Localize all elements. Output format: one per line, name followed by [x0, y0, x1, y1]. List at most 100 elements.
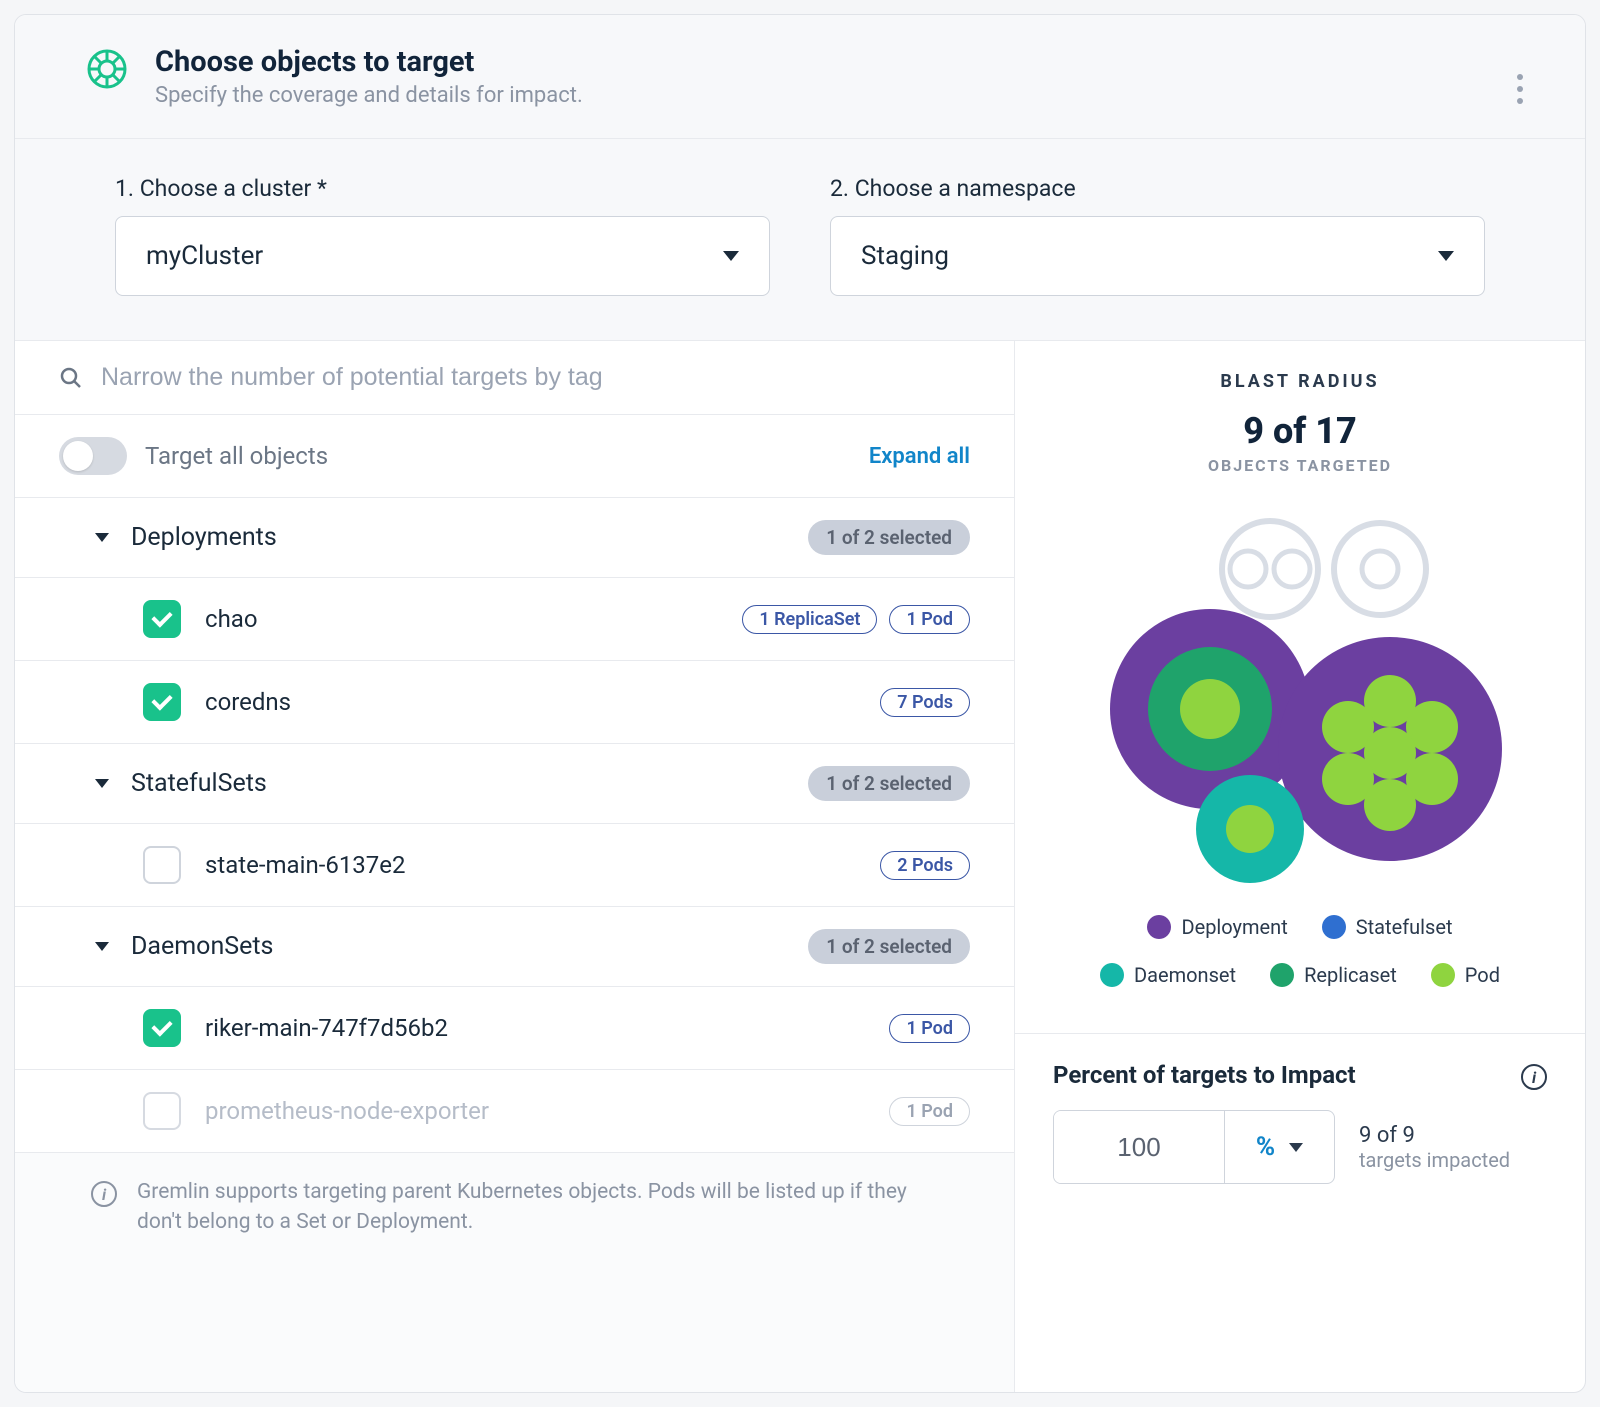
blast-title: BLAST RADIUS [1053, 371, 1547, 392]
legend-dot [1270, 963, 1294, 987]
impact-unit-label: % [1256, 1132, 1275, 1162]
list-item: prometheus-node-exporter 1 Pod [15, 1070, 1014, 1153]
group-header-deployments[interactable]: Deployments 1 of 2 selected [15, 498, 1014, 578]
item-pills: 1 Pod [889, 1014, 970, 1043]
info-icon[interactable]: i [1521, 1064, 1547, 1090]
search-row [15, 341, 1014, 415]
namespace-value: Staging [861, 241, 949, 271]
namespace-select[interactable]: Staging [830, 216, 1485, 296]
selected-count-pill: 1 of 2 selected [808, 929, 970, 964]
group-header-statefulsets[interactable]: StatefulSets 1 of 2 selected [15, 744, 1014, 824]
legend-dot [1147, 915, 1171, 939]
footer-note-row: i Gremlin supports targeting parent Kube… [15, 1153, 1014, 1392]
item-pills: 2 Pods [880, 851, 970, 880]
item-label: chao [205, 605, 258, 633]
legend-label: Statefulset [1356, 915, 1453, 939]
expand-all-link[interactable]: Expand all [869, 444, 970, 469]
item-pills: 1 Pod [889, 1097, 970, 1126]
chevron-down-icon [1289, 1143, 1303, 1152]
group-title: Deployments [131, 523, 277, 552]
list-item: coredns 7 Pods [15, 661, 1014, 744]
item-checkbox[interactable] [143, 1009, 181, 1047]
group-header-daemonsets[interactable]: DaemonSets 1 of 2 selected [15, 907, 1014, 987]
pill: 1 Pod [889, 1014, 970, 1043]
namespace-label: 2. Choose a namespace [830, 175, 1485, 202]
header: Choose objects to target Specify the cov… [15, 15, 1585, 138]
namespace-selector-col: 2. Choose a namespace Staging [830, 175, 1485, 296]
toggle-row: Target all objects Expand all [15, 415, 1014, 498]
selected-count-pill: 1 of 2 selected [808, 766, 970, 801]
cluster-select[interactable]: myCluster [115, 216, 770, 296]
target-config-card: Choose objects to target Specify the cov… [14, 14, 1586, 1393]
blast-summary: BLAST RADIUS 9 of 17 OBJECTS TARGETED [1015, 341, 1585, 1033]
blast-count: 9 of 17 [1053, 410, 1547, 452]
kubernetes-icon [85, 47, 129, 97]
impact-summary-label: targets impacted [1359, 1148, 1510, 1172]
impact-panel: Percent of targets to Impact i % 9 of 9 … [1015, 1033, 1585, 1224]
blast-diagram [1090, 499, 1510, 899]
search-icon [59, 366, 83, 390]
item-checkbox[interactable] [143, 683, 181, 721]
blast-subtitle: OBJECTS TARGETED [1053, 456, 1547, 475]
chevron-down-icon [95, 779, 109, 788]
chevron-down-icon [723, 251, 739, 261]
impact-unit-select[interactable]: % [1224, 1111, 1334, 1183]
overflow-menu-icon[interactable] [1505, 69, 1535, 109]
impact-summary-count: 9 of 9 [1359, 1123, 1510, 1148]
impact-value-input[interactable] [1054, 1111, 1224, 1183]
page-subtitle: Specify the coverage and details for imp… [155, 83, 583, 108]
cluster-label: 1. Choose a cluster * [115, 175, 770, 202]
legend-label: Replicaset [1304, 963, 1397, 987]
target-all-toggle[interactable] [59, 437, 127, 475]
info-icon: i [91, 1181, 117, 1207]
chevron-down-icon [95, 533, 109, 542]
blast-radius-panel: BLAST RADIUS 9 of 17 OBJECTS TARGETED [1015, 341, 1585, 1392]
legend-item: Statefulset [1322, 915, 1453, 939]
legend-item: Replicaset [1270, 963, 1397, 987]
pill: 2 Pods [880, 851, 970, 880]
item-pills: 1 ReplicaSet 1 Pod [742, 605, 970, 634]
footer-note: Gremlin supports targeting parent Kubern… [137, 1177, 954, 1238]
page-title: Choose objects to target [155, 45, 583, 79]
blast-legend: Deployment Statefulset Daemonset Replica… [1053, 915, 1547, 1013]
legend-label: Deployment [1181, 915, 1287, 939]
impact-summary: 9 of 9 targets impacted [1359, 1123, 1510, 1172]
chevron-down-icon [1438, 251, 1454, 261]
legend-label: Pod [1465, 963, 1500, 987]
legend-dot [1100, 963, 1124, 987]
pill: 1 ReplicaSet [742, 605, 877, 634]
item-label: coredns [205, 688, 291, 716]
pill: 1 Pod [889, 605, 970, 634]
selectors-row: 1. Choose a cluster * myCluster 2. Choos… [15, 138, 1585, 340]
pill: 1 Pod [889, 1097, 970, 1126]
item-checkbox[interactable] [143, 1092, 181, 1130]
tag-search-input[interactable] [101, 363, 970, 392]
cluster-selector-col: 1. Choose a cluster * myCluster [115, 175, 770, 296]
list-item: state-main-6137e2 2 Pods [15, 824, 1014, 907]
legend-item: Daemonset [1100, 963, 1236, 987]
target-list-panel: Target all objects Expand all Deployment… [15, 341, 1015, 1392]
main-area: Target all objects Expand all Deployment… [15, 340, 1585, 1392]
legend-label: Daemonset [1134, 963, 1236, 987]
list-item: riker-main-747f7d56b2 1 Pod [15, 987, 1014, 1070]
impact-title: Percent of targets to Impact [1053, 1061, 1356, 1089]
legend-dot [1322, 915, 1346, 939]
item-label: riker-main-747f7d56b2 [205, 1014, 448, 1042]
legend-item: Deployment [1147, 915, 1287, 939]
item-checkbox[interactable] [143, 846, 181, 884]
impact-input-group: % [1053, 1110, 1335, 1184]
item-pills: 7 Pods [880, 688, 970, 717]
pill: 7 Pods [880, 688, 970, 717]
target-all-label: Target all objects [145, 442, 328, 470]
item-label: state-main-6137e2 [205, 851, 406, 879]
group-title: DaemonSets [131, 932, 273, 961]
item-checkbox[interactable] [143, 600, 181, 638]
group-title: StatefulSets [131, 769, 267, 798]
legend-item: Pod [1431, 963, 1500, 987]
legend-dot [1431, 963, 1455, 987]
cluster-value: myCluster [146, 241, 263, 271]
item-label: prometheus-node-exporter [205, 1097, 489, 1125]
selected-count-pill: 1 of 2 selected [808, 520, 970, 555]
chevron-down-icon [95, 942, 109, 951]
list-item: chao 1 ReplicaSet 1 Pod [15, 578, 1014, 661]
